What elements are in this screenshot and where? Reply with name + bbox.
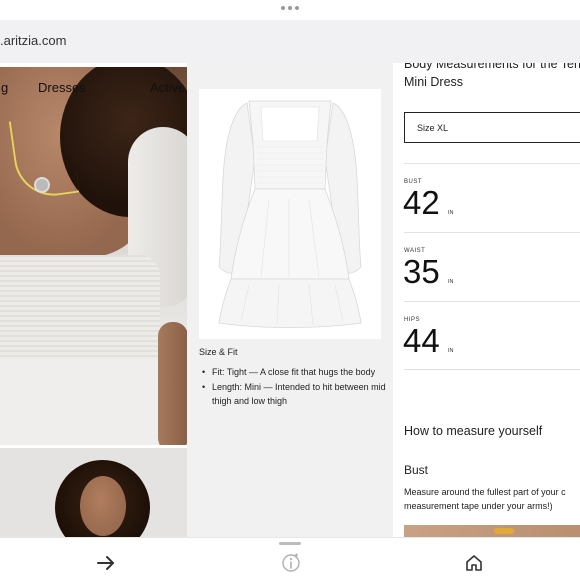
size-select[interactable]: Size XL	[404, 112, 580, 143]
fit-point-length: Length: Mini — Intended to hit between m…	[201, 380, 386, 408]
product-panel: Size & Fit Fit: Tight — A close fit that…	[187, 63, 393, 537]
how-to-measure-image	[404, 525, 580, 537]
home-icon[interactable]	[462, 551, 486, 575]
category-nav: g Dresses Active	[0, 80, 187, 98]
bottom-toolbar	[0, 537, 580, 580]
nav-item-active[interactable]: Active	[150, 80, 185, 95]
measurements-panel: Body Measurements for the Ten Mini Dress…	[393, 63, 580, 537]
nav-item-dresses[interactable]: Dresses	[38, 80, 86, 95]
measurements-title: Body Measurements for the Ten	[404, 63, 580, 71]
measurements-title-line2: Mini Dress	[404, 75, 464, 89]
url-text[interactable]: .aritzia.com	[0, 33, 66, 48]
info-icon[interactable]	[279, 551, 303, 575]
dress-illustration	[218, 100, 362, 328]
fit-details-list: Fit: Tight — A close fit that hugs the b…	[201, 365, 386, 409]
forward-arrow-icon[interactable]	[94, 551, 118, 575]
model-photo[interactable]	[0, 67, 187, 445]
bust-description: Measure around the fullest part of your …	[404, 485, 580, 513]
status-bar: 4	[0, 0, 580, 20]
measurement-value: 44	[403, 322, 440, 359]
bust-description-line2: measurement tape under your arms!)	[404, 501, 553, 511]
measurement-unit: IN	[448, 279, 454, 285]
model-thumbnail[interactable]	[0, 448, 187, 537]
measurement-value: 42	[403, 184, 440, 221]
size-select-value: Size XL	[417, 123, 449, 133]
measurement-unit: IN	[448, 210, 454, 216]
page-content: g Dresses Active Size & Fit • Fit: Tight…	[0, 63, 580, 537]
nav-item-partial[interactable]: g	[1, 80, 8, 95]
how-to-measure-heading: How to measure yourself	[404, 424, 543, 438]
dress-image[interactable]	[199, 89, 381, 339]
bust-description-line1: Measure around the fullest part of your …	[404, 487, 566, 497]
measurement-unit: IN	[448, 348, 454, 354]
size-fit-heading: Size & Fit	[199, 347, 238, 357]
bust-heading: Bust	[404, 463, 429, 477]
more-dots-icon[interactable]	[281, 6, 299, 10]
url-bar[interactable]: .aritzia.com	[0, 20, 580, 63]
measurement-value: 35	[403, 253, 440, 290]
fit-point-fit: Fit: Tight — A close fit that hugs the b…	[201, 365, 386, 379]
drag-handle[interactable]	[279, 542, 301, 545]
divider	[404, 369, 580, 370]
